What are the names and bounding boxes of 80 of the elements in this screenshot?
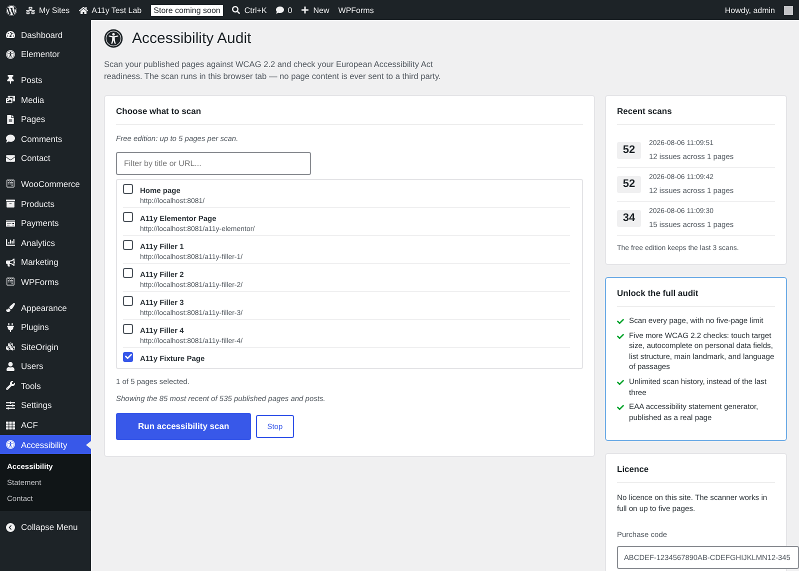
score-badge: 34 <box>617 210 641 227</box>
dashboard-icon <box>6 30 15 40</box>
page-title: Accessibility Audit <box>132 30 252 48</box>
page-description: Scan your published pages against WCAG 2.2 and check your European Accessibility Act readiness. The scan runs in this browser tab — no page content is ever sent to a third party. <box>104 58 442 83</box>
sidebar-item[interactable]: Comments <box>0 128 91 149</box>
sidebar-item[interactable]: WPForms <box>0 272 91 292</box>
media-icon <box>6 95 15 104</box>
megaphone-icon <box>6 258 15 267</box>
sidebar-item[interactable]: Payments <box>0 213 91 233</box>
search-icon <box>232 6 240 14</box>
payment-card-icon <box>6 218 15 228</box>
collapse-menu-button[interactable]: Collapse Menu <box>0 517 91 538</box>
page-checkbox[interactable] <box>123 296 133 306</box>
sidebar-item[interactable]: Appearance <box>0 298 91 318</box>
run-scan-button[interactable]: Run accessibility scan <box>116 412 252 440</box>
page-checkbox[interactable] <box>123 240 133 250</box>
sidebar-item[interactable]: Products <box>0 194 91 214</box>
form-icon <box>6 277 15 286</box>
cubes-icon <box>6 342 15 352</box>
page-checkbox[interactable] <box>123 184 133 194</box>
sidebar-item[interactable]: Tools <box>0 376 91 396</box>
speech-bubble-icon <box>6 134 15 144</box>
sidebar-item[interactable]: SiteOrigin <box>0 336 91 356</box>
admin-bar-link[interactable]: Ctrl+K <box>244 6 267 14</box>
sidebar-item[interactable]: Media <box>0 90 91 110</box>
account-greeting[interactable]: Howdy, admin <box>724 6 775 14</box>
accessibility-icon <box>104 29 123 48</box>
admin-bar-link[interactable]: My Sites <box>39 6 70 14</box>
page-checkbox[interactable] <box>123 324 133 334</box>
wordpress-logo-icon[interactable] <box>6 4 17 16</box>
page-checkbox[interactable] <box>123 352 133 362</box>
grid-icon <box>6 420 15 430</box>
sidebar-item[interactable]: Contact <box>0 148 91 168</box>
page-checkbox[interactable] <box>123 212 133 222</box>
user-icon <box>6 362 15 371</box>
pages-icon <box>6 114 15 124</box>
card-title: Choose what to scan <box>116 106 583 125</box>
sidebar-item[interactable]: ACF <box>0 415 91 435</box>
plus-icon <box>301 6 310 14</box>
avatar-icon[interactable] <box>784 6 793 14</box>
sidebar-item[interactable]: Users <box>0 356 91 376</box>
envelope-icon <box>6 154 15 163</box>
check-icon <box>617 332 624 340</box>
sidebar-item[interactable]: Pages <box>0 109 91 129</box>
sites-icon <box>26 6 35 14</box>
sidebar-item[interactable]: Posts <box>0 70 91 90</box>
speech-bubble-icon <box>276 6 284 14</box>
bar-chart-icon <box>6 238 15 248</box>
page-checkbox[interactable] <box>123 268 133 278</box>
sidebar-item[interactable]: Settings <box>0 396 91 416</box>
pin-icon <box>6 75 15 84</box>
card-title: Unlock the full audit <box>617 288 775 307</box>
admin-bar-link[interactable]: WPForms <box>338 6 374 14</box>
home-icon <box>78 6 88 14</box>
filter-field[interactable]: Filter by title or URL... <box>116 152 311 175</box>
card-title: Licence <box>617 464 775 482</box>
sidebar-item[interactable]: Plugins <box>0 317 91 337</box>
accessibility-icon <box>6 440 15 450</box>
store-status-badge[interactable]: Store coming soon <box>150 4 224 16</box>
admin-bar-link[interactable]: New <box>313 6 330 14</box>
sidebar-item[interactable]: Dashboard <box>0 25 91 45</box>
paintbrush-icon <box>6 303 15 312</box>
check-icon <box>617 318 624 325</box>
sidebar-item[interactable]: Elementor <box>0 44 91 64</box>
sidebar-item[interactable]: Accessibility <box>0 434 91 454</box>
sidebar-item[interactable]: Marketing <box>0 252 91 272</box>
score-badge: 52 <box>617 176 641 193</box>
admin-bar-link[interactable]: 0 <box>288 6 292 14</box>
admin-bar-link[interactable]: A11y Test Lab <box>92 6 142 14</box>
card-title: Recent scans <box>617 106 775 125</box>
check-icon <box>617 379 624 386</box>
check-icon <box>617 404 624 412</box>
plug-icon <box>6 322 15 332</box>
wrench-icon <box>6 381 15 390</box>
collapse-icon <box>6 522 15 532</box>
sidebar-item[interactable]: Analytics <box>0 232 91 253</box>
sliders-icon <box>6 400 15 410</box>
score-badge: 52 <box>617 142 641 159</box>
archive-icon <box>6 199 15 208</box>
sidebar-item[interactable]: WooCommerce <box>0 174 91 194</box>
